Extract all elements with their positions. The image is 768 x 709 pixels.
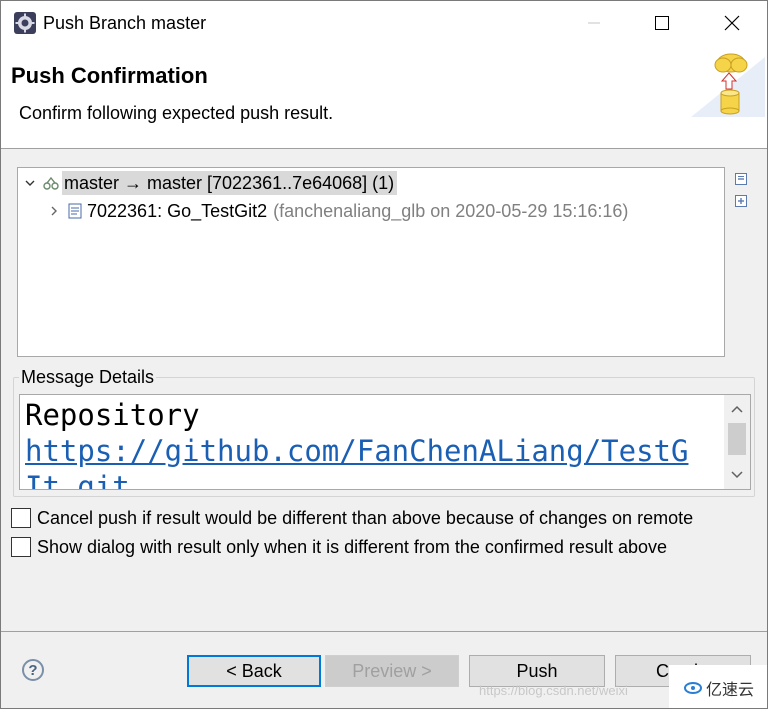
collapse-all-icon[interactable] (733, 171, 749, 187)
minimize-button[interactable] (571, 1, 617, 45)
scrollbar-thumb[interactable] (728, 423, 746, 455)
branch-ref-icon (42, 174, 60, 192)
push-branch-dialog: Push Branch master Push Confirmation Con… (0, 0, 768, 709)
watermark-brand: 亿速云 (705, 681, 754, 699)
window-title: Push Branch master (43, 13, 207, 33)
preview-button[interactable]: Preview > (325, 655, 459, 687)
page-description: Confirm following expected push result. (19, 103, 334, 123)
eclipse-gear-icon (14, 12, 36, 34)
repository-link[interactable]: https://github.com/FanChenALiang/TestG (25, 433, 725, 469)
chevron-down-icon[interactable] (22, 175, 38, 191)
cloud-push-database-icon (691, 53, 765, 117)
option-cancel-if-changed[interactable]: Cancel push if result would be different… (11, 507, 693, 529)
help-button[interactable]: ? (22, 659, 44, 681)
vertical-scrollbar[interactable] (724, 395, 750, 489)
message-line-repository: Repository (25, 398, 200, 432)
commit-icon (66, 202, 84, 220)
minimize-icon (588, 22, 600, 24)
maximize-icon (655, 16, 669, 30)
message-details-label: Message Details (19, 367, 157, 388)
close-button[interactable] (709, 1, 755, 45)
option-show-dialog-if-different[interactable]: Show dialog with result only when it is … (11, 536, 667, 558)
tree-row-commit[interactable]: 7022361: Go_TestGit2 (fanchenaliang_glb … (18, 198, 628, 224)
brand-logo-icon (683, 681, 702, 694)
ref-update-label: master → master [7022361..7e64068] (1) (62, 171, 398, 195)
close-icon (724, 15, 740, 31)
button-bar-separator (1, 631, 767, 632)
cancel-if-changed-label: Cancel push if result would be different… (37, 507, 694, 528)
page-title: Push Confirmation (11, 63, 208, 88)
maximize-button[interactable] (639, 1, 685, 45)
scroll-up-icon[interactable] (724, 397, 750, 421)
wizard-header: Push Confirmation Confirm following expe… (1, 45, 767, 149)
expand-all-icon[interactable] (733, 193, 749, 209)
back-button[interactable]: < Back (187, 655, 321, 687)
watermark-url: https://blog.csdn.net/weixi (479, 683, 628, 698)
message-details-text[interactable]: Repository https://github.com/FanChenALia… (19, 394, 751, 490)
push-result-tree[interactable]: master → master [7022361..7e64068] (1) 7… (17, 167, 725, 357)
title-bar: Push Branch master (1, 1, 767, 45)
show-dialog-if-different-checkbox[interactable] (11, 537, 31, 557)
scroll-down-icon[interactable] (724, 463, 750, 487)
chevron-right-icon[interactable] (46, 203, 62, 219)
repository-link-continued[interactable]: It.git (25, 469, 725, 489)
commit-meta: (fanchenaliang_glb on 2020-05-29 15:16:1… (273, 200, 629, 221)
tree-toolbar (733, 171, 751, 215)
commit-label: 7022361: Go_TestGit2 (87, 200, 268, 221)
cancel-if-changed-checkbox[interactable] (11, 508, 31, 528)
show-dialog-if-different-label: Show dialog with result only when it is … (37, 536, 667, 557)
watermark-logo: 亿速云 (669, 665, 767, 708)
tree-row-ref-update[interactable]: master → master [7022361..7e64068] (1) (18, 170, 398, 196)
